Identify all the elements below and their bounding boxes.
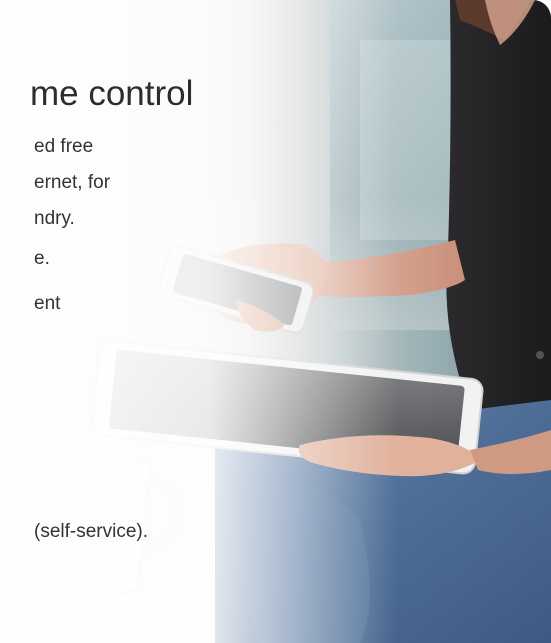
hero-text-line: ent bbox=[34, 293, 61, 314]
hero-text-line: ed free bbox=[34, 136, 94, 157]
hero-headline: me control bbox=[30, 74, 194, 113]
hero-text-line: ndry. bbox=[34, 208, 75, 229]
hero-text-line: (self-service). bbox=[34, 521, 149, 542]
hero-text-line: e. bbox=[34, 248, 50, 269]
hero-text: me control ed free ernet, for ndry. e. e… bbox=[0, 0, 551, 643]
hero-text-line: ernet, for bbox=[34, 172, 111, 193]
hero-banner: me control ed free ernet, for ndry. e. e… bbox=[0, 0, 551, 643]
